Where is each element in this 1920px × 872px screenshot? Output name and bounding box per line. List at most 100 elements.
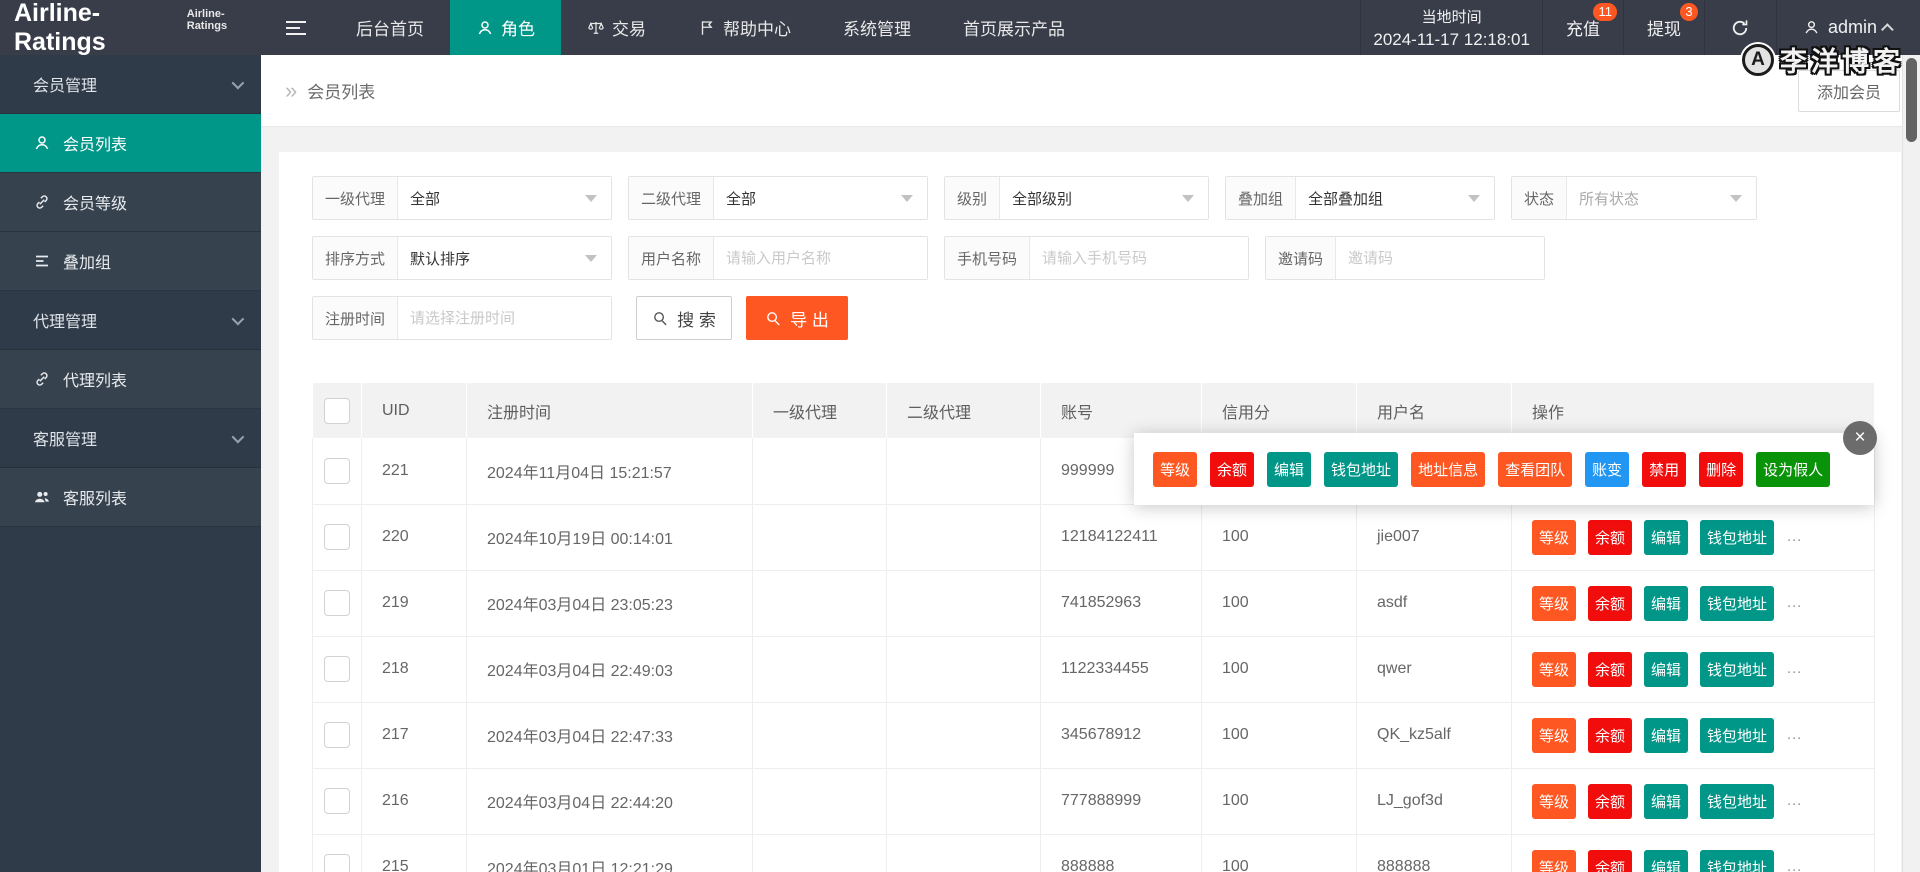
scrollbar-thumb[interactable]	[1906, 58, 1917, 142]
sidebar-item-support-list[interactable]: 客服列表	[0, 468, 261, 527]
row-action-button[interactable]: 余额	[1588, 652, 1632, 687]
add-member-button[interactable]: 添加会员	[1798, 70, 1900, 112]
filter-select-agent1[interactable]: 一级代理 全部	[312, 176, 612, 220]
sidebar-item-stack-group[interactable]: 叠加组	[0, 232, 261, 291]
phone-input[interactable]	[1030, 237, 1253, 279]
popup-action-button[interactable]: 查看团队	[1498, 452, 1572, 487]
sidebar-item-member-list[interactable]: 会员列表	[0, 114, 261, 173]
row-checkbox[interactable]	[324, 524, 350, 550]
row-checkbox[interactable]	[324, 722, 350, 748]
row-action-button[interactable]: 编辑	[1644, 520, 1688, 555]
nav-item-dashboard[interactable]: 后台首页	[330, 0, 450, 55]
row-action-button[interactable]: 余额	[1588, 718, 1632, 753]
row-action-button[interactable]: 编辑	[1644, 784, 1688, 819]
cell-actions: 等级余额编辑钱包地址 …	[1512, 504, 1875, 570]
popup-action-button[interactable]: 编辑	[1267, 452, 1311, 487]
popup-action-button[interactable]: 禁用	[1642, 452, 1686, 487]
row-action-button[interactable]: 钱包地址	[1700, 718, 1774, 753]
more-actions-ellipsis[interactable]: …	[1786, 858, 1803, 872]
page-title: 会员列表	[307, 78, 375, 103]
row-checkbox[interactable]	[324, 458, 350, 484]
row-action-button[interactable]: 钱包地址	[1700, 520, 1774, 555]
brand-logo[interactable]: Airline-Ratings Airline-Ratings	[0, 0, 261, 55]
popup-action-button[interactable]: 账变	[1585, 452, 1629, 487]
row-action-button[interactable]: 余额	[1588, 586, 1632, 621]
popup-action-button[interactable]: 设为假人	[1756, 452, 1830, 487]
reg-time-input[interactable]	[398, 297, 621, 339]
nav-item-roles[interactable]: 角色	[450, 0, 561, 55]
filter-select-agent2[interactable]: 二级代理 全部	[628, 176, 928, 220]
invite-code-input[interactable]	[1336, 237, 1559, 279]
sidebar-item-label: 会员列表	[63, 131, 127, 155]
row-checkbox[interactable]	[324, 656, 350, 682]
withdraw-button[interactable]: 提现 3	[1624, 0, 1705, 55]
nav-item-home-products[interactable]: 首页展示产品	[937, 0, 1091, 55]
row-action-button[interactable]: 等级	[1532, 850, 1576, 872]
row-action-button[interactable]: 编辑	[1644, 652, 1688, 687]
sidebar-toggle-button[interactable]	[261, 0, 330, 55]
filter-select-status[interactable]: 状态 所有状态	[1511, 176, 1757, 220]
row-action-button[interactable]: 余额	[1588, 784, 1632, 819]
row-action-button[interactable]: 等级	[1532, 784, 1576, 819]
sidebar-item-member-level[interactable]: 会员等级	[0, 173, 261, 232]
row-action-button[interactable]: 编辑	[1644, 850, 1688, 872]
caret-down-icon	[1182, 177, 1208, 219]
row-actions-popup: 等级余额编辑钱包地址地址信息查看团队账变禁用删除设为假人	[1134, 433, 1874, 505]
row-action-button[interactable]: 余额	[1588, 850, 1632, 872]
sidebar-group-support-management[interactable]: 客服管理	[0, 409, 261, 468]
more-actions-ellipsis[interactable]: …	[1786, 792, 1803, 810]
row-action-button[interactable]: 钱包地址	[1700, 784, 1774, 819]
search-icon	[765, 310, 782, 327]
popup-action-button[interactable]: 地址信息	[1411, 452, 1485, 487]
scales-icon	[587, 19, 605, 37]
more-actions-ellipsis[interactable]: …	[1786, 528, 1803, 546]
row-action-button[interactable]: 编辑	[1644, 586, 1688, 621]
recharge-button[interactable]: 充值 11	[1543, 0, 1624, 55]
popup-action-button[interactable]: 等级	[1153, 452, 1197, 487]
caret-down-icon	[585, 237, 611, 279]
row-action-button[interactable]: 钱包地址	[1700, 850, 1774, 872]
refresh-button[interactable]	[1705, 0, 1777, 55]
row-checkbox[interactable]	[324, 590, 350, 616]
filter-value: 默认排序	[398, 237, 585, 279]
search-button[interactable]: 搜 索	[636, 296, 732, 340]
row-checkbox[interactable]	[324, 854, 350, 872]
caret-down-icon	[1730, 177, 1756, 219]
row-action-button[interactable]: 等级	[1532, 652, 1576, 687]
page-scrollbar[interactable]	[1902, 55, 1920, 872]
sidebar-item-agent-list[interactable]: 代理列表	[0, 350, 261, 409]
nav-item-help-center[interactable]: 帮助中心	[672, 0, 817, 55]
user-menu[interactable]: admin	[1777, 0, 1920, 55]
username-input[interactable]	[714, 237, 937, 279]
nav-item-transactions[interactable]: 交易	[561, 0, 672, 55]
row-checkbox[interactable]	[324, 788, 350, 814]
more-actions-ellipsis[interactable]: …	[1786, 726, 1803, 744]
row-action-button[interactable]: 等级	[1532, 520, 1576, 555]
row-action-button[interactable]: 等级	[1532, 718, 1576, 753]
nav-item-system[interactable]: 系统管理	[817, 0, 937, 55]
more-actions-ellipsis[interactable]: …	[1786, 660, 1803, 678]
row-action-button[interactable]: 编辑	[1644, 718, 1688, 753]
filter-label: 状态	[1512, 177, 1567, 219]
cell-agent1	[753, 834, 887, 872]
popup-action-button[interactable]: 删除	[1699, 452, 1743, 487]
row-action-button[interactable]: 钱包地址	[1700, 652, 1774, 687]
row-action-button[interactable]: 钱包地址	[1700, 586, 1774, 621]
user-icon	[33, 134, 51, 152]
row-action-button[interactable]: 等级	[1532, 586, 1576, 621]
filter-select-level[interactable]: 级别 全部级别	[944, 176, 1209, 220]
export-button[interactable]: 导 出	[746, 296, 848, 340]
filter-select-stack-group[interactable]: 叠加组 全部叠加组	[1225, 176, 1495, 220]
more-actions-ellipsis[interactable]: …	[1786, 594, 1803, 612]
column-header-credit: 信用分	[1202, 383, 1357, 438]
cell-agent1	[753, 504, 887, 570]
filter-select-sort[interactable]: 排序方式 默认排序	[312, 236, 612, 280]
row-action-button[interactable]: 余额	[1588, 520, 1632, 555]
popup-close-button[interactable]: ×	[1843, 421, 1877, 455]
popup-action-button[interactable]: 钱包地址	[1324, 452, 1398, 487]
sidebar-group-agent-management[interactable]: 代理管理	[0, 291, 261, 350]
sidebar-group-member-management[interactable]: 会员管理	[0, 55, 261, 114]
cell-uid: 218	[362, 636, 467, 702]
popup-action-button[interactable]: 余额	[1210, 452, 1254, 487]
select-all-checkbox[interactable]	[324, 398, 350, 424]
